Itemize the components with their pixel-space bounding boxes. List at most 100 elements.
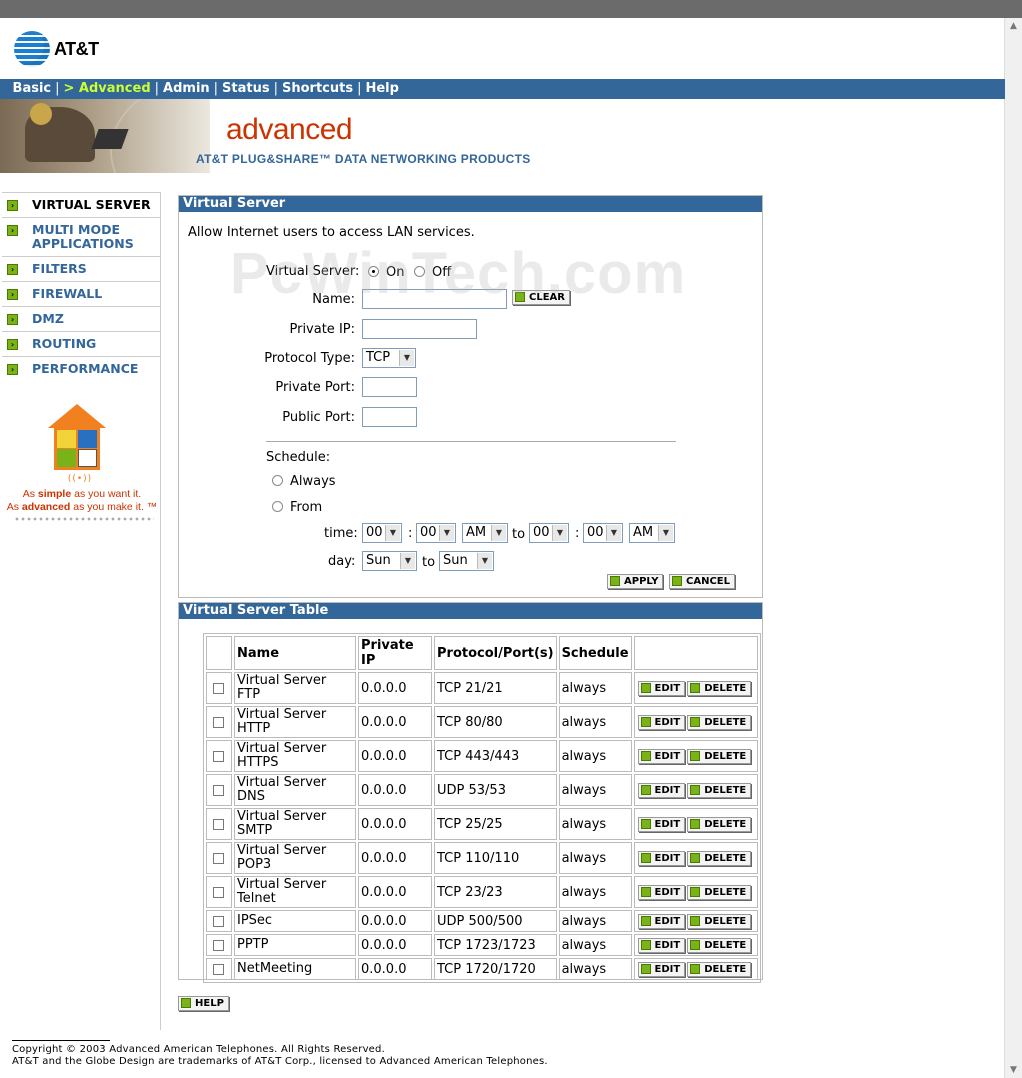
row-checkbox[interactable] — [213, 716, 224, 728]
private-ip-input[interactable] — [362, 319, 477, 339]
table-row: Virtual Server Telnet 0.0.0.0 TCP 23/23 alw… — [206, 876, 758, 908]
protocol-type-select[interactable]: TCP ▼ — [362, 348, 416, 368]
chevron-down-icon: ▼ — [385, 525, 400, 541]
row-checkbox[interactable] — [213, 939, 224, 951]
nav-basic[interactable]: Basic — [5, 81, 56, 96]
public-port-input[interactable] — [362, 407, 417, 427]
row-name: Virtual Server HTTPS — [234, 740, 356, 772]
row-name: Virtual Server DNS — [234, 774, 356, 806]
arrow-icon — [640, 887, 651, 897]
sidebar-item-multi-mode[interactable]: › MULTI MODE APPLICATIONS — [2, 217, 160, 256]
row-checkbox[interactable] — [213, 886, 224, 898]
brand-name: AT&T — [54, 38, 99, 59]
edit-button[interactable]: EDIT — [637, 749, 686, 764]
cancel-button[interactable]: CANCEL — [669, 574, 735, 589]
delete-button[interactable]: DELETE — [687, 851, 752, 866]
edit-button[interactable]: EDIT — [637, 962, 686, 977]
tagline: As simple as you want it. As advanced as… — [6, 488, 158, 513]
time-label: time: — [324, 526, 358, 541]
row-protocol: TCP 443/443 — [434, 740, 557, 772]
row-schedule: always — [558, 958, 632, 980]
arrow-icon — [690, 964, 701, 974]
chevron-down-icon: ▼ — [399, 350, 414, 366]
nav-admin[interactable]: Admin — [159, 81, 214, 96]
arrow-icon: › — [7, 289, 18, 300]
delete-button[interactable]: DELETE — [687, 749, 752, 764]
nav-status[interactable]: Status — [218, 81, 274, 96]
row-private-ip: 0.0.0.0 — [358, 672, 432, 704]
row-name: Virtual Server SMTP — [234, 808, 356, 840]
row-checkbox[interactable] — [213, 784, 224, 796]
sidebar-item-routing[interactable]: › ROUTING — [2, 331, 160, 356]
row-checkbox[interactable] — [213, 682, 224, 694]
to-minute-select[interactable]: 00 ▼ — [583, 523, 623, 543]
always-radio[interactable] — [272, 475, 283, 486]
vertical-scrollbar[interactable] — [1004, 18, 1022, 1078]
table-row: Virtual Server DNS 0.0.0.0 UDP 53/53 always… — [206, 774, 758, 806]
scroll-down-icon[interactable]: ▼ — [1005, 1062, 1022, 1078]
sidebar-item-virtual-server[interactable]: › VIRTUAL SERVER — [2, 192, 160, 217]
decorative-dots — [14, 516, 154, 522]
help-button[interactable]: HELP — [178, 996, 229, 1011]
nav-help[interactable]: Help — [361, 81, 402, 96]
chevron-down-icon: ▼ — [491, 525, 506, 541]
to-hour-select[interactable]: 00 ▼ — [529, 523, 569, 543]
row-checkbox[interactable] — [213, 852, 224, 864]
edit-button[interactable]: EDIT — [637, 938, 686, 953]
edit-button[interactable]: EDIT — [637, 914, 686, 929]
row-private-ip: 0.0.0.0 — [358, 706, 432, 738]
row-checkbox[interactable] — [213, 750, 224, 762]
sidebar-divider — [160, 192, 161, 1030]
arrow-icon — [610, 576, 620, 586]
sidebar-item-firewall[interactable]: › FIREWALL — [2, 281, 160, 306]
row-checkbox[interactable] — [213, 963, 224, 975]
delete-button[interactable]: DELETE — [687, 681, 752, 696]
always-label: Always — [290, 474, 336, 489]
table-row: Virtual Server HTTP 0.0.0.0 TCP 80/80 alway… — [206, 706, 758, 738]
edit-button[interactable]: EDIT — [637, 715, 686, 730]
day-label: day: — [328, 554, 356, 569]
chevron-down-icon: ▼ — [400, 553, 415, 569]
scroll-up-icon[interactable]: ▲ — [1005, 18, 1022, 34]
nav-advanced[interactable]: > Advanced — [60, 81, 155, 96]
from-hour-select[interactable]: 00 ▼ — [362, 523, 402, 543]
row-schedule: always — [558, 910, 632, 932]
table-row: Virtual Server POP3 0.0.0.0 TCP 110/110 alw… — [206, 842, 758, 874]
delete-button[interactable]: DELETE — [687, 938, 752, 953]
to-label: to — [512, 527, 526, 542]
delete-button[interactable]: DELETE — [687, 885, 752, 900]
to-ampm-select[interactable]: AM ▼ — [629, 523, 675, 543]
browser-top-bar — [0, 0, 1022, 18]
row-checkbox[interactable] — [213, 915, 224, 927]
sidebar-item-dmz[interactable]: › DMZ — [2, 306, 160, 331]
delete-button[interactable]: DELETE — [687, 914, 752, 929]
chevron-down-icon: ▼ — [552, 525, 567, 541]
edit-button[interactable]: EDIT — [637, 783, 686, 798]
row-protocol: TCP 23/23 — [434, 876, 557, 908]
delete-button[interactable]: DELETE — [687, 715, 752, 730]
row-schedule: always — [558, 774, 632, 806]
edit-button[interactable]: EDIT — [637, 681, 686, 696]
from-ampm-select[interactable]: AM ▼ — [462, 523, 508, 543]
delete-button[interactable]: DELETE — [687, 817, 752, 832]
delete-button[interactable]: DELETE — [687, 783, 752, 798]
delete-button[interactable]: DELETE — [687, 962, 752, 977]
row-name: PPTP — [234, 934, 356, 956]
sidebar-item-filters[interactable]: › FILTERS — [2, 256, 160, 281]
row-private-ip: 0.0.0.0 — [358, 876, 432, 908]
edit-button[interactable]: EDIT — [637, 885, 686, 900]
col-private-ip: Private IP — [358, 636, 432, 670]
day-to-select[interactable]: Sun ▼ — [439, 551, 494, 571]
day-from-select[interactable]: Sun ▼ — [362, 551, 417, 571]
apply-button[interactable]: APPLY — [607, 574, 664, 589]
from-minute-select[interactable]: 00 ▼ — [416, 523, 456, 543]
edit-button[interactable]: EDIT — [637, 817, 686, 832]
private-port-input[interactable] — [362, 377, 417, 397]
edit-button[interactable]: EDIT — [637, 851, 686, 866]
nav-shortcuts[interactable]: Shortcuts — [278, 81, 357, 96]
schedule-label: Schedule: — [266, 450, 331, 465]
from-radio[interactable] — [272, 501, 283, 512]
row-checkbox[interactable] — [213, 818, 224, 830]
sidebar-item-performance[interactable]: › PERFORMANCE — [2, 356, 160, 381]
arrow-icon — [690, 940, 701, 950]
